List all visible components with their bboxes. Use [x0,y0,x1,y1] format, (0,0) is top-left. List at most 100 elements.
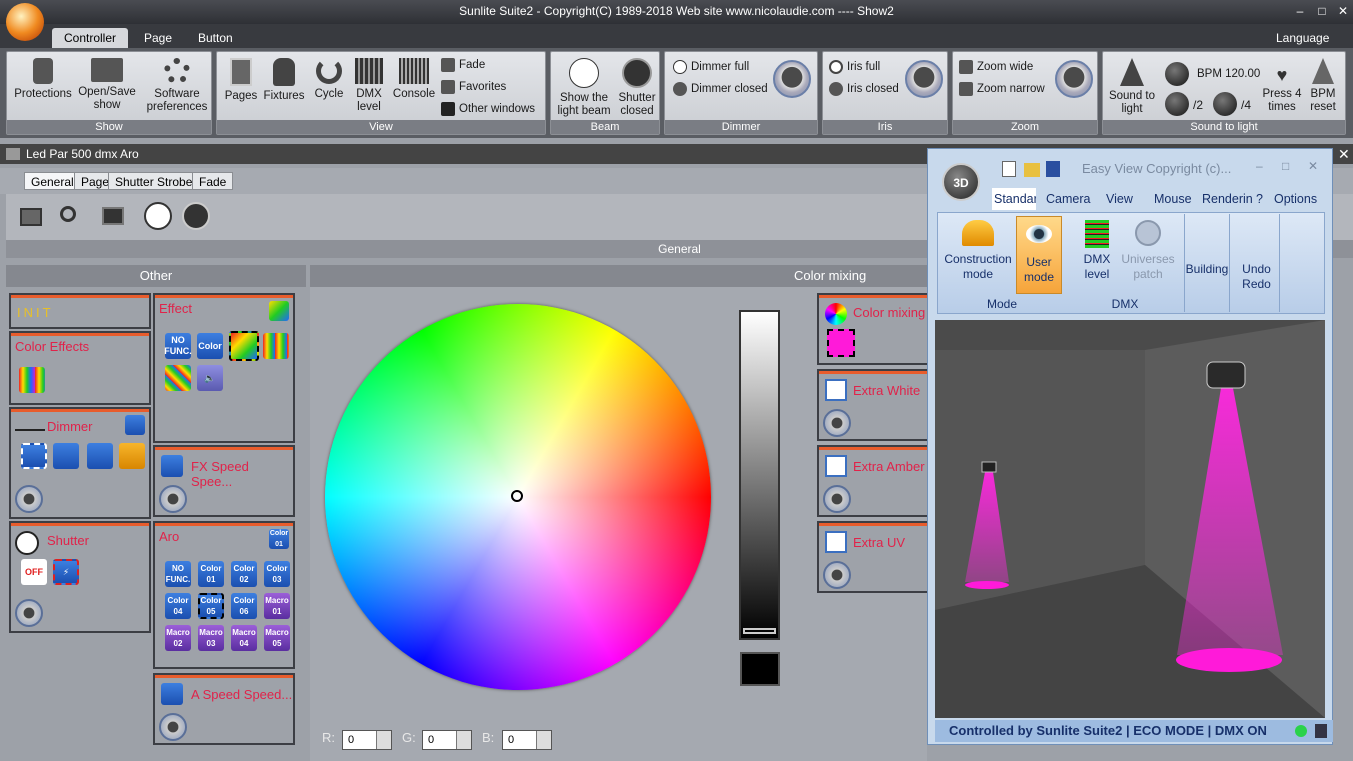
console-button[interactable]: Console [391,58,437,101]
white-circle-button[interactable] [144,202,172,230]
pages-button[interactable]: Pages [221,58,261,103]
language-menu[interactable]: Language [1264,28,1341,48]
aro-button[interactable]: Macro 05 [264,625,290,651]
sound-to-light-button[interactable]: Sound to light [1105,58,1159,116]
dimmer-random-icon[interactable] [119,443,145,469]
ev-tab-mouse[interactable]: Mouse [1154,188,1192,210]
bpm-reset-button[interactable]: BPM reset [1305,58,1341,114]
panel-close-icon[interactable]: ✕ [1338,146,1350,163]
effect-rainbow-button[interactable] [229,331,259,361]
universes-patch-button[interactable]: Universes patch [1120,220,1176,282]
open-save-button[interactable]: Open/Save show [75,58,139,112]
ev-dmx-level-button[interactable]: DMX level [1074,220,1120,282]
bpm-button[interactable] [1165,62,1189,86]
bpm-div4-button[interactable] [1213,92,1237,116]
aro-button[interactable]: Macro 02 [165,625,191,651]
extra-uv-knob[interactable] [823,561,851,589]
iris-closed-button[interactable]: Iris closed [829,82,899,96]
shutter-strobe-button[interactable]: ⚡ [53,559,79,585]
tab-button[interactable]: Button [186,28,245,48]
aro-button[interactable]: NO FUNC. [165,561,191,587]
user-mode-button[interactable]: User mode [1016,216,1062,294]
ev-minimize-icon[interactable]: ‒ [1256,159,1263,173]
fade-button[interactable]: Fade [441,58,485,72]
dimmer-level-knob[interactable] [15,485,43,513]
slider-handle[interactable] [743,628,776,634]
aro-button[interactable]: Macro 03 [198,625,224,651]
ev-tab-camera[interactable]: Camera [1046,188,1090,210]
effect-chase-button[interactable] [263,333,289,359]
effect-color-button[interactable]: Color [197,333,223,359]
software-preferences-button[interactable]: Software preferences [143,58,211,114]
undo-redo-button[interactable]: Undo Redo [1234,214,1280,312]
aro-button[interactable]: Color 01 [198,561,224,587]
dimmer-half-icon[interactable] [53,443,79,469]
color-wheel[interactable] [325,304,711,690]
aro-button[interactable]: Color 05 [198,593,224,619]
easyview-3d-logo[interactable]: 3D [942,163,980,201]
ev-close-icon[interactable]: ✕ [1308,159,1318,173]
init-panel[interactable]: INIT [9,293,151,329]
app-logo-icon[interactable] [6,3,44,41]
dimmer-full-button[interactable]: Dimmer full [673,60,749,74]
close-icon[interactable]: ✕ [1333,0,1353,22]
shutter-knob[interactable] [15,599,43,627]
zoom-knob[interactable] [1055,60,1093,98]
dimmer-knob[interactable] [773,60,811,98]
construction-mode-button[interactable]: Construction mode [940,220,1016,282]
zoom-narrow-button[interactable]: Zoom narrow [959,82,1045,96]
color-effects-icon[interactable] [19,367,45,393]
aro-button[interactable]: Color 04 [165,593,191,619]
ev-tab-view[interactable]: View [1106,188,1133,210]
screen-icon[interactable] [20,208,42,226]
favorites-button[interactable]: Favorites [441,80,506,94]
tab-general[interactable]: General [24,172,81,190]
dimmer-full-icon[interactable] [21,443,47,469]
brightness-slider[interactable] [739,310,780,640]
fixtures-button[interactable]: Fixtures [261,58,307,103]
black-circle-button[interactable] [182,202,210,230]
ev-tab-rendering[interactable]: Renderin [1202,188,1253,210]
maximize-icon[interactable]: □ [1312,0,1332,22]
g-spinner[interactable]: 0 [422,730,472,750]
aro-button[interactable]: Color 03 [264,561,290,587]
color-mixing-swatch[interactable] [827,329,855,357]
ev-tab-standard[interactable]: Standard [992,188,1036,210]
a-speed-knob[interactable] [159,713,187,741]
ev-maximize-icon[interactable]: □ [1282,159,1289,173]
save-icon[interactable] [1046,161,1060,177]
extra-white-knob[interactable] [823,409,851,437]
open-folder-icon[interactable] [1024,163,1040,177]
extra-amber-knob[interactable] [823,485,851,513]
tab-page[interactable]: Page [132,28,184,48]
b-spinner[interactable]: 0 [502,730,552,750]
crosshair-icon[interactable] [511,490,523,502]
fx-speed-knob[interactable] [159,485,187,513]
dmx-level-button[interactable]: DMX level [349,58,389,114]
aro-button[interactable]: Macro 01 [264,593,290,619]
shutter-off-button[interactable]: OFF [21,559,47,585]
press-4-times-button[interactable]: ♥ Press 4 times [1261,66,1303,114]
tab-shutter-strobe[interactable]: Shutter Strobe [108,172,200,190]
iris-knob[interactable] [905,60,943,98]
iris-full-button[interactable]: Iris full [829,60,880,74]
3d-viewport[interactable] [935,320,1325,718]
protections-button[interactable]: Protections [11,58,75,101]
aro-button[interactable]: Color 02 [231,561,257,587]
dimmer-fade-icon[interactable] [87,443,113,469]
other-windows-button[interactable]: Other windows [441,102,535,116]
show-light-beam-button[interactable]: Show the light beam [555,58,613,118]
bpm-div2-button[interactable] [1165,92,1189,116]
effect-fade-button[interactable] [165,365,191,391]
tab-controller[interactable]: Controller [52,28,129,48]
aro-button[interactable]: Color 06 [231,593,257,619]
dimmer-closed-button[interactable]: Dimmer closed [673,82,768,96]
ev-options-menu[interactable]: Options [1274,188,1317,210]
aro-button[interactable]: Macro 04 [231,625,257,651]
search-icon[interactable] [60,206,76,222]
layout-icon[interactable] [102,207,124,225]
zoom-wide-button[interactable]: Zoom wide [959,60,1033,74]
r-spinner[interactable]: 0 [342,730,392,750]
ev-help-menu[interactable]: ? [1256,188,1263,210]
effect-no-func-button[interactable]: NO FUNC. [164,333,192,359]
